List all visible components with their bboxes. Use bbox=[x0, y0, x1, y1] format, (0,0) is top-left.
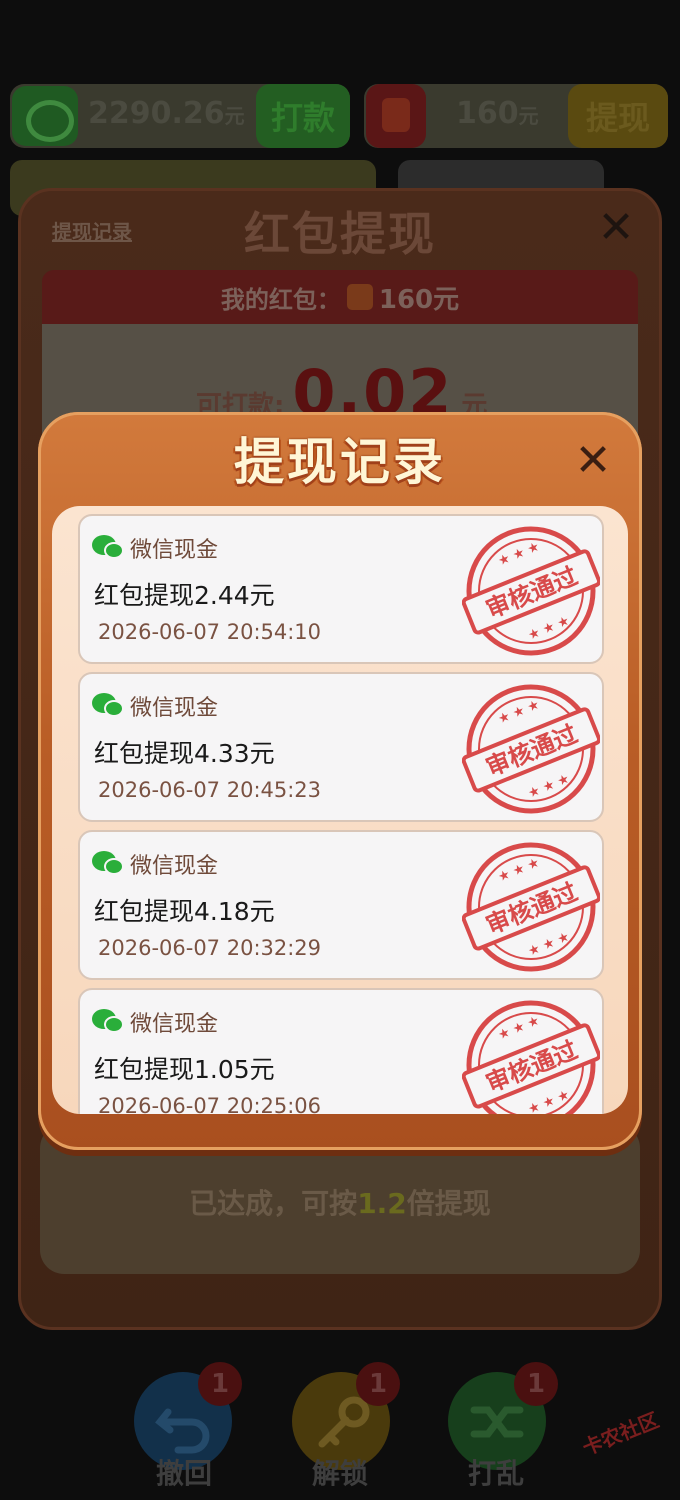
record-time: 2026-06-07 20:25:06 bbox=[98, 1094, 322, 1114]
redpacket-balance-unit: 元 bbox=[518, 104, 539, 128]
redpacket-balance: 160元 bbox=[456, 96, 539, 131]
unlock-label: 解锁 bbox=[311, 1457, 368, 1490]
withdraw-panel-close-icon[interactable]: ✕ bbox=[596, 206, 636, 250]
record-source: 微信现金 bbox=[92, 848, 218, 880]
svg-text:★ ★ ★: ★ ★ ★ bbox=[496, 697, 542, 727]
record-title: 红包提现2.44元 bbox=[94, 581, 275, 610]
wechat-balance-value: 2290.26 bbox=[88, 96, 225, 131]
record-source-label: 微信现金 bbox=[130, 696, 219, 721]
svg-text:★ ★ ★: ★ ★ ★ bbox=[496, 855, 542, 885]
record-title: 红包提现4.33元 bbox=[94, 739, 275, 768]
pay-button[interactable]: 打款 bbox=[256, 84, 350, 148]
record-source-label: 微信现金 bbox=[130, 854, 219, 879]
wechat-icon bbox=[12, 86, 78, 146]
approved-stamp-icon: ★ ★ ★ ★ ★ ★ 审核通过 bbox=[462, 1000, 600, 1114]
achieved-text: 已达成，可按1.2倍提现 bbox=[0, 1182, 680, 1222]
shuffle-label: 打乱 bbox=[467, 1457, 524, 1490]
redpacket-mini-icon bbox=[346, 284, 373, 310]
record-title: 红包提现1.05元 bbox=[94, 1055, 275, 1084]
wechat-icon bbox=[92, 851, 126, 877]
record-card: 微信现金 红包提现4.18元 2026-06-07 20:32:29 ★ ★ ★… bbox=[78, 830, 604, 980]
record-card: 微信现金 红包提现2.44元 2026-06-07 20:54:10 ★ ★ ★… bbox=[78, 514, 604, 664]
wechat-balance-unit: 元 bbox=[224, 104, 245, 128]
wechat-icon bbox=[92, 1009, 126, 1035]
achieved-prefix: 已达成，可按 bbox=[189, 1187, 358, 1220]
approved-stamp-icon: ★ ★ ★ ★ ★ ★ 审核通过 bbox=[462, 842, 600, 972]
record-title: 红包提现4.18元 bbox=[94, 897, 275, 926]
achieved-suffix: 倍提现 bbox=[406, 1187, 491, 1220]
withdraw-button[interactable]: 提现 bbox=[568, 84, 668, 148]
redpacket-balance-value: 160 bbox=[456, 96, 519, 131]
record-card: 微信现金 红包提现1.05元 2026-06-07 20:25:06 ★ ★ ★… bbox=[78, 988, 604, 1114]
record-source: 微信现金 bbox=[92, 690, 218, 722]
wechat-icon bbox=[92, 693, 126, 719]
my-redpacket-header: 我的红包： 160元 bbox=[42, 270, 638, 324]
record-source: 微信现金 bbox=[92, 1006, 218, 1038]
record-source-label: 微信现金 bbox=[130, 538, 219, 563]
record-time: 2026-06-07 20:45:23 bbox=[98, 778, 322, 802]
svg-text:★ ★ ★: ★ ★ ★ bbox=[526, 1087, 572, 1114]
svg-text:★ ★ ★: ★ ★ ★ bbox=[496, 539, 542, 569]
wechat-icon bbox=[92, 535, 126, 561]
approved-stamp-icon: ★ ★ ★ ★ ★ ★ 审核通过 bbox=[462, 684, 600, 814]
records-modal-close-icon[interactable]: ✕ bbox=[572, 439, 614, 483]
unlock-count-badge: 1 bbox=[356, 1362, 400, 1406]
record-time: 2026-06-07 20:32:29 bbox=[98, 936, 322, 960]
wechat-balance: 2290.26元 bbox=[88, 96, 245, 131]
svg-text:★ ★ ★: ★ ★ ★ bbox=[496, 1013, 542, 1043]
withdraw-record-link[interactable]: 提现记录 bbox=[52, 216, 132, 245]
record-source-label: 微信现金 bbox=[130, 1012, 219, 1037]
my-redpacket-amount: 160元 bbox=[378, 284, 460, 315]
shuffle-count-badge: 1 bbox=[514, 1362, 558, 1406]
redpacket-icon bbox=[366, 84, 426, 148]
records-list-container[interactable]: 微信现金 红包提现2.44元 2026-06-07 20:54:10 ★ ★ ★… bbox=[52, 506, 628, 1114]
approved-stamp-icon: ★ ★ ★ ★ ★ ★ 审核通过 bbox=[462, 526, 600, 656]
record-card: 微信现金 红包提现4.33元 2026-06-07 20:45:23 ★ ★ ★… bbox=[78, 672, 604, 822]
undo-label: 撤回 bbox=[155, 1457, 212, 1490]
achieved-multiplier: 1.2 bbox=[357, 1187, 407, 1220]
my-redpacket-label: 我的红包： bbox=[220, 285, 341, 314]
undo-count-badge: 1 bbox=[198, 1362, 242, 1406]
record-time: 2026-06-07 20:54:10 bbox=[98, 620, 322, 644]
watermark: 卡农社区 bbox=[578, 1407, 663, 1461]
record-source: 微信现金 bbox=[92, 532, 218, 564]
